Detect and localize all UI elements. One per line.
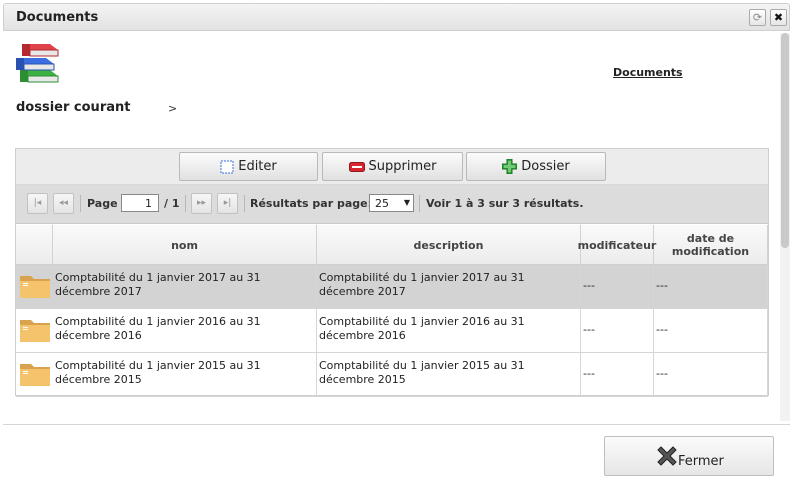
table-row[interactable]: Comptabilité du 1 janvier 2016 au 31 déc… xyxy=(16,309,768,353)
cell-description: Comptabilité du 1 janvier 2016 au 31 déc… xyxy=(317,309,581,353)
cell-date: --- xyxy=(654,309,768,353)
header-modificateur[interactable]: modificateur xyxy=(578,225,656,265)
header-description[interactable]: description xyxy=(317,225,581,265)
refresh-icon[interactable]: ⟳ xyxy=(749,9,766,26)
per-page-value: 25 xyxy=(375,197,389,210)
documents-link[interactable]: Documents xyxy=(613,66,683,79)
documents-panel: Editer Supprimer Dossier |◂ ◂◂ Page / 1 … xyxy=(15,148,769,397)
total-pages: / 1 xyxy=(164,197,180,210)
close-icon[interactable]: ✖ xyxy=(770,9,787,26)
edit-icon xyxy=(220,160,234,173)
breadcrumb-separator[interactable]: > xyxy=(168,102,177,115)
vertical-scrollbar[interactable] xyxy=(780,33,790,421)
pagination-bar: |◂ ◂◂ Page / 1 ▸▸ ▸| Résultats par page:… xyxy=(16,185,768,224)
folder-icon xyxy=(20,364,50,386)
close-x-icon xyxy=(657,446,677,466)
add-folder-button[interactable]: Dossier xyxy=(466,152,606,181)
delete-label: Supprimer xyxy=(368,159,437,174)
breadcrumb-label: dossier courant xyxy=(16,100,131,115)
close-button[interactable]: Fermer xyxy=(604,436,774,476)
cell-nom: Comptabilité du 1 janvier 2017 au 31 déc… xyxy=(53,265,317,309)
pager-divider xyxy=(244,195,245,212)
toolbar: Editer Supprimer Dossier xyxy=(16,149,768,185)
per-page-select[interactable]: 25 ▼ xyxy=(369,194,414,212)
chevron-down-icon: ▼ xyxy=(403,198,410,207)
scrollbar-thumb[interactable] xyxy=(781,33,789,248)
grid-header: nom description modificateur date de mod… xyxy=(16,225,768,265)
table-row[interactable]: Comptabilité du 1 janvier 2017 au 31 déc… xyxy=(16,265,768,309)
table-row[interactable]: Comptabilité du 1 janvier 2015 au 31 déc… xyxy=(16,353,768,397)
page-number-input[interactable] xyxy=(121,194,159,212)
results-summary: Voir 1 à 3 sur 3 résultats. xyxy=(426,197,584,210)
per-page-label: Résultats par page: xyxy=(250,197,372,210)
add-folder-label: Dossier xyxy=(521,159,570,174)
edit-button[interactable]: Editer xyxy=(179,152,318,181)
cell-modificateur: --- xyxy=(581,265,654,309)
cell-description: Comptabilité du 1 janvier 2015 au 31 déc… xyxy=(317,353,581,397)
cell-description: Comptabilité du 1 janvier 2017 au 31 déc… xyxy=(317,265,581,309)
pager-divider xyxy=(185,195,186,212)
pager-divider xyxy=(80,195,81,212)
cell-modificateur: --- xyxy=(581,309,654,353)
cell-date: --- xyxy=(654,265,768,309)
header-date-modification[interactable]: date de modification xyxy=(654,225,768,265)
header-nom[interactable]: nom xyxy=(53,225,317,265)
cell-date: --- xyxy=(654,353,768,397)
prev-page-icon[interactable]: ◂◂ xyxy=(53,193,74,214)
cell-modificateur: --- xyxy=(581,353,654,397)
pager-divider xyxy=(419,195,420,212)
folder-icon xyxy=(20,276,50,298)
header-icon-col xyxy=(16,225,53,265)
next-page-icon[interactable]: ▸▸ xyxy=(191,193,212,214)
delete-icon xyxy=(348,161,365,172)
last-page-icon[interactable]: ▸| xyxy=(217,193,238,214)
delete-button[interactable]: Supprimer xyxy=(322,152,463,181)
edit-label: Editer xyxy=(238,159,277,174)
dialog-title: Documents xyxy=(16,10,99,25)
footer-divider xyxy=(3,424,790,425)
add-folder-icon xyxy=(502,159,518,174)
first-page-icon[interactable]: |◂ xyxy=(27,193,48,214)
cell-nom: Comptabilité du 1 janvier 2015 au 31 déc… xyxy=(53,353,317,397)
books-icon xyxy=(16,44,59,83)
folder-icon xyxy=(20,320,50,342)
close-label: Fermer xyxy=(678,454,724,469)
dialog-titlebar: Documents ⟳ ✖ xyxy=(3,3,790,31)
cell-nom: Comptabilité du 1 janvier 2016 au 31 déc… xyxy=(53,309,317,353)
page-label: Page xyxy=(87,197,118,210)
